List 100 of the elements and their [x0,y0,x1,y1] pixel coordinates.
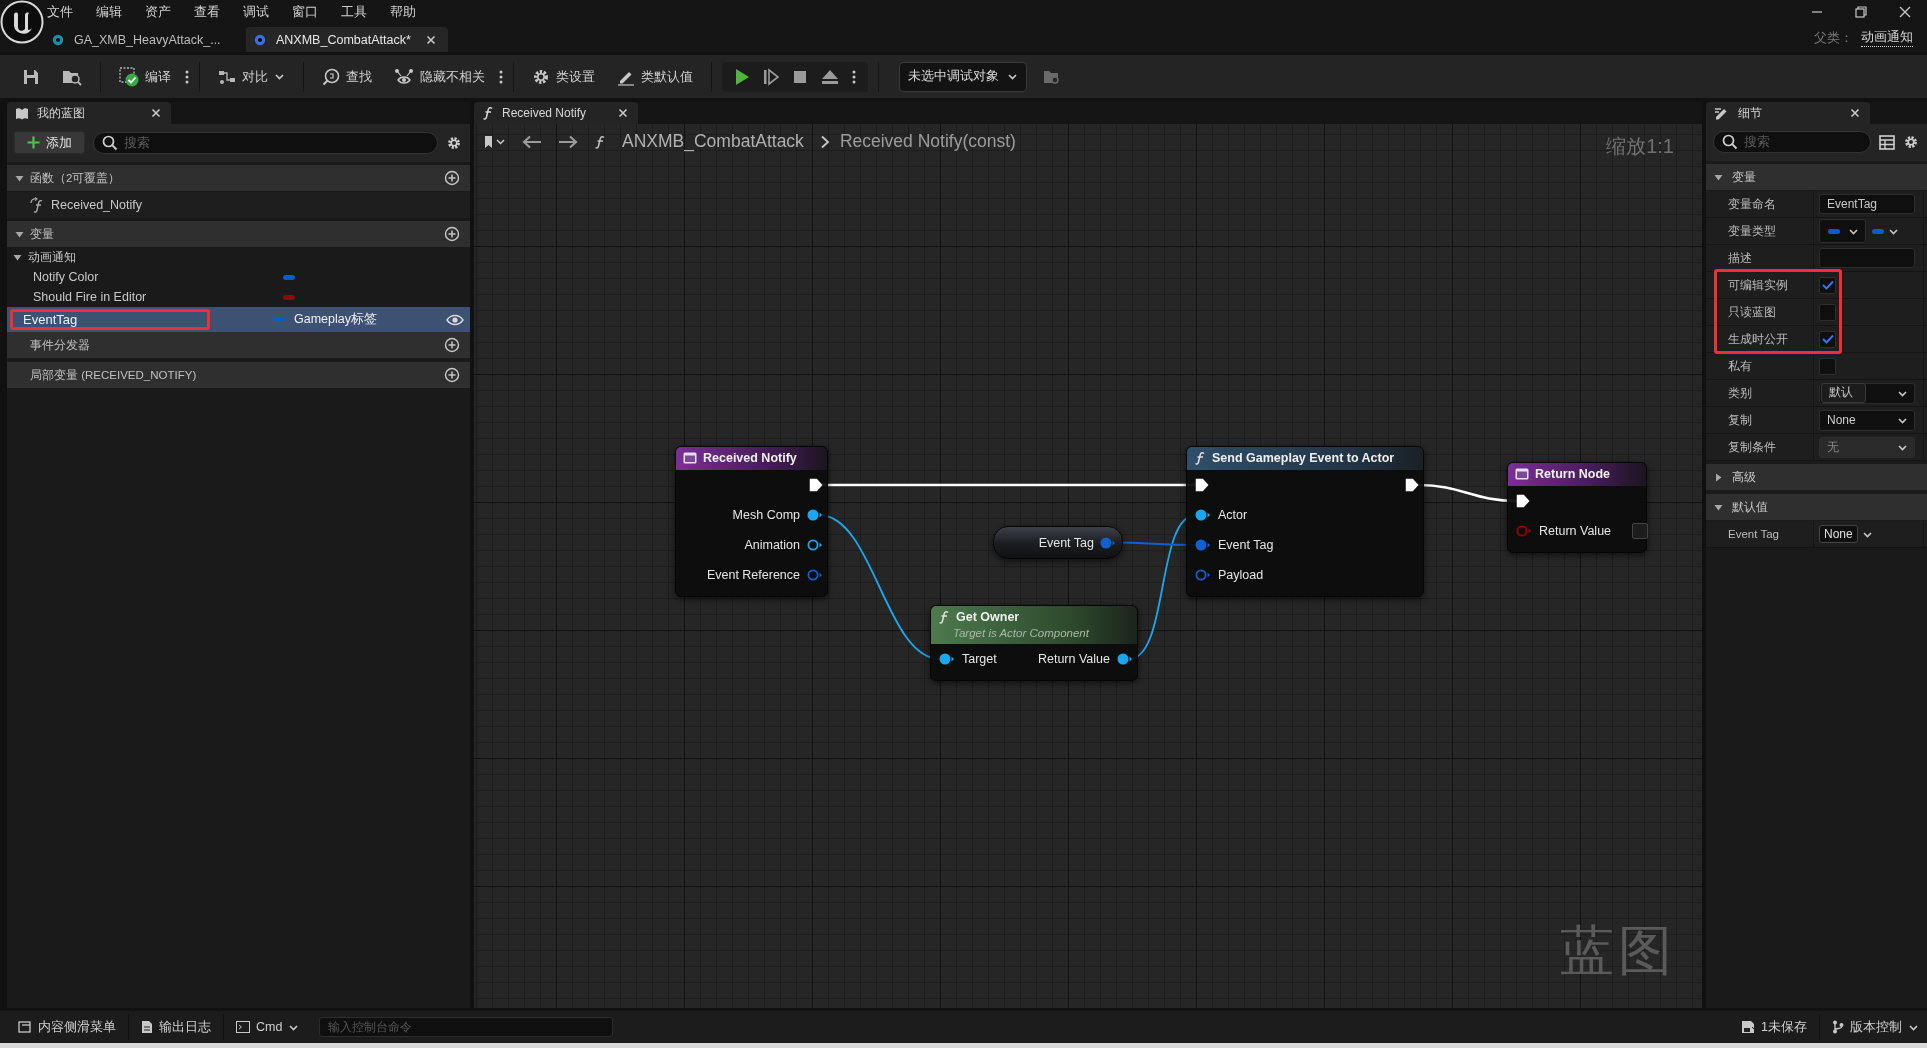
panel-tab[interactable]: 细节 [1706,102,1870,124]
menu-item[interactable]: 编辑 [96,3,122,21]
step-icon[interactable] [763,67,779,86]
expand-arrow-icon[interactable] [15,229,24,239]
console-input[interactable]: 输入控制台命令 [319,1017,614,1037]
text-field[interactable]: EventTag [1819,194,1915,214]
close-icon[interactable] [426,34,436,45]
menu-item[interactable]: 资产 [145,3,171,21]
data-pin[interactable] [1195,569,1211,581]
expand-arrow-icon[interactable] [1714,172,1723,182]
expand-arrow-icon[interactable] [15,173,24,183]
data-pin[interactable] [807,509,823,521]
text-field[interactable] [1819,248,1915,268]
find-button[interactable]: 查找 [314,61,380,92]
search-field[interactable]: 搜索 [93,131,438,154]
output-log-button[interactable]: 输出日志 [133,1014,219,1040]
data-pin[interactable] [939,653,955,665]
close-icon[interactable] [1850,108,1860,118]
graph-node[interactable]: Received Notify Mesh Comp Animation Event Reference [675,446,828,597]
data-pin[interactable] [807,539,823,551]
data-pin[interactable] [1100,536,1116,549]
menu-item[interactable]: 工具 [341,3,367,21]
data-pin[interactable] [1117,653,1133,665]
menu-item[interactable]: 窗口 [292,3,318,21]
close-icon[interactable] [151,108,161,118]
function-icon [1194,451,1206,465]
function-item[interactable]: Received_Notify [7,192,470,218]
exec-pin[interactable] [809,478,823,492]
data-pin[interactable] [807,569,823,581]
menu-item[interactable]: 帮助 [390,3,416,21]
back-arrow-icon[interactable] [522,134,542,149]
checkbox[interactable] [1819,276,1836,294]
graph-node[interactable]: Return Node Return Value [1507,462,1647,553]
container-type-dropdown[interactable] [1870,226,1899,236]
eye-icon[interactable] [446,313,464,326]
table-view-icon[interactable] [1879,134,1895,150]
checkbox[interactable] [1819,330,1836,348]
more-options-icon[interactable] [499,68,503,85]
settings-icon[interactable] [446,134,462,151]
add-icon[interactable] [444,170,460,186]
category-dropdown[interactable]: 默认 [1819,382,1915,404]
restore-icon[interactable] [1855,6,1867,18]
settings-icon[interactable] [1903,134,1919,150]
exec-pin[interactable] [1516,494,1530,508]
property-label: 私有 [1706,353,1814,379]
section-header: 局部变量 (RECEIVED_NOTIFY) [30,367,198,383]
debug-target-dropdown[interactable]: 未选中调试对象 [899,61,1027,92]
add-icon[interactable] [444,337,460,353]
menu-item[interactable]: 查看 [194,3,220,21]
class-defaults-button[interactable]: 类默认值 [609,61,701,92]
document-tab[interactable]: GA_XMB_HeavyAttack_... [44,27,246,52]
forward-arrow-icon[interactable] [558,134,578,149]
menu-item[interactable]: 文件 [47,3,73,21]
play-icon[interactable] [734,67,750,86]
document-tab[interactable]: ANXMB_CombatAttack* [246,27,448,52]
menu-item[interactable]: 调试 [243,3,269,21]
debug-folder-icon[interactable] [1043,68,1061,85]
more-options-icon[interactable] [185,68,189,85]
close-icon[interactable] [618,108,628,118]
expand-arrow-icon[interactable] [13,253,22,262]
data-pin[interactable] [1195,539,1211,551]
pin-label: Payload [1218,568,1264,582]
expand-arrow-icon[interactable] [1714,472,1723,482]
graph-node[interactable]: Send Gameplay Event to Actor Actor Event Tag Payload [1186,446,1424,597]
breadcrumb-item[interactable]: ANXMB_CombatAttack [622,131,804,152]
close-icon[interactable] [1899,6,1911,18]
panel-tab[interactable]: 我的蓝图 [7,102,171,124]
search-field[interactable]: 搜索 [1713,131,1871,153]
parent-class-link[interactable]: 动画通知 [1861,29,1913,47]
unsaved-button[interactable]: 1未保存 [1733,1014,1815,1040]
content-drawer-button[interactable]: 内容侧滑菜单 [10,1014,124,1040]
add-icon[interactable] [444,367,460,383]
source-control-button[interactable]: 版本控制 [1824,1014,1927,1040]
expand-arrow-icon[interactable] [1714,502,1723,512]
graph-tab[interactable]: Received Notify [474,102,638,124]
checkbox[interactable] [1819,357,1836,375]
data-pin[interactable] [1195,509,1211,521]
default-value-checkbox[interactable] [1632,523,1649,539]
cmd-dropdown[interactable]: Cmd [228,1014,308,1040]
console-icon [236,1021,250,1033]
dropdown[interactable]: None [1819,409,1915,431]
bookmark-icon[interactable] [484,134,506,149]
add-icon[interactable] [444,226,460,242]
variable-node[interactable]: Event Tag [993,526,1123,559]
settings-icon [532,67,550,86]
breadcrumb-item[interactable]: Received Notify(const) [839,131,1016,152]
checkbox[interactable] [1819,303,1836,321]
variable-row[interactable]: Notify Color [7,267,470,287]
add-button[interactable]: 添加 [14,131,85,154]
compile-button[interactable]: 编译 [111,61,179,92]
variable-row[interactable]: Should Fire in Editor [7,287,470,307]
more-options-icon[interactable] [852,68,856,85]
tag-dropdown[interactable]: None [1819,525,1858,543]
exec-pin[interactable] [1195,478,1209,492]
diff-button[interactable]: 对比 [210,61,293,92]
class-settings-button[interactable]: 类设置 [524,61,603,92]
graph-node[interactable]: Get Owner Target is Actor Component Target Return Value [930,605,1138,681]
hide-unrelated-button[interactable]: 隐藏不相关 [386,61,493,92]
details-icon [1714,106,1730,120]
exec-pin[interactable] [1405,478,1419,492]
